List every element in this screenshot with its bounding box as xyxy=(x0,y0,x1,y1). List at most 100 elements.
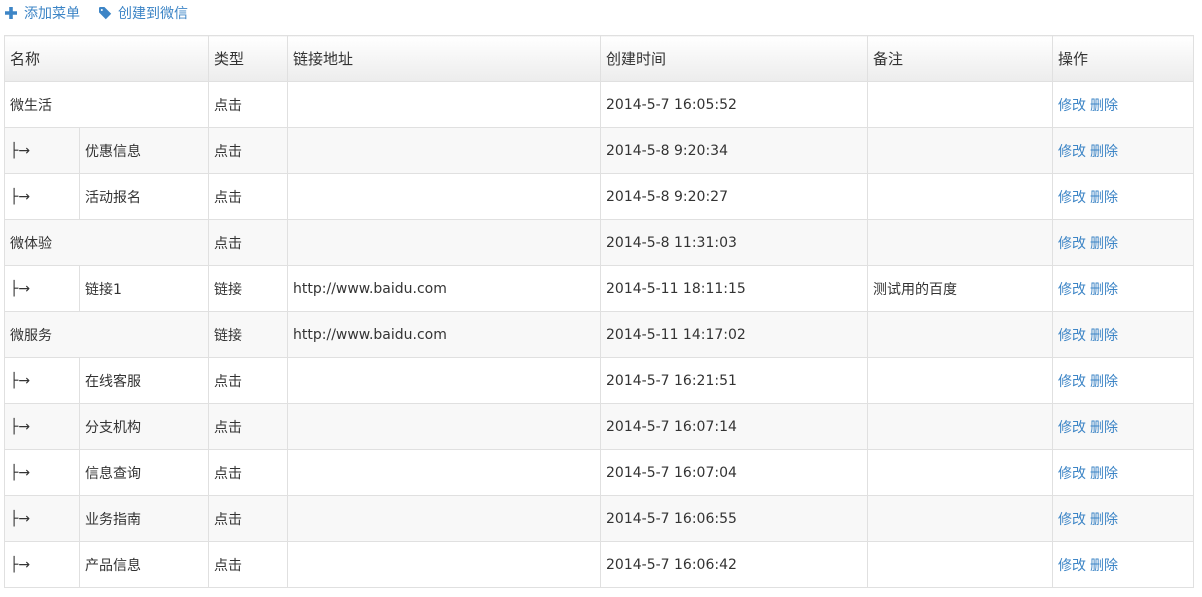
tree-prefix-cell: ├→ xyxy=(4,173,80,220)
delete-link[interactable]: 删除 xyxy=(1090,282,1118,298)
action-cell: 修改 删除 xyxy=(1052,127,1195,174)
url-cell xyxy=(287,541,602,588)
url-cell xyxy=(287,173,602,220)
action-cell: 修改 删除 xyxy=(1052,495,1195,542)
table-row: ├→ 在线客服 点击 2014-5-7 16:21:51 修改 删除 xyxy=(4,357,1195,404)
note-cell xyxy=(867,173,1054,220)
table-row: ├→ 信息查询 点击 2014-5-7 16:07:04 修改 删除 xyxy=(4,449,1195,496)
note-cell xyxy=(867,541,1054,588)
delete-link[interactable]: 删除 xyxy=(1090,144,1118,160)
action-cell: 修改 删除 xyxy=(1052,311,1195,358)
header-name: 名称 xyxy=(3,35,210,82)
created-cell: 2014-5-7 16:07:04 xyxy=(600,449,869,496)
submenu-name-cell: 活动报名 xyxy=(78,173,210,220)
note-cell xyxy=(867,219,1054,266)
table-row: ├→ 活动报名 点击 2014-5-8 9:20:27 修改 删除 xyxy=(4,173,1195,220)
url-cell xyxy=(287,81,602,128)
header-type: 类型 xyxy=(208,35,289,82)
header-created: 创建时间 xyxy=(600,35,869,82)
tree-prefix-cell: ├→ xyxy=(4,495,80,542)
edit-link[interactable]: 修改 xyxy=(1058,512,1086,528)
delete-link[interactable]: 删除 xyxy=(1090,512,1118,528)
delete-link[interactable]: 删除 xyxy=(1090,466,1118,482)
edit-link[interactable]: 修改 xyxy=(1058,190,1086,206)
delete-link[interactable]: 删除 xyxy=(1090,328,1118,344)
delete-link[interactable]: 删除 xyxy=(1090,190,1118,206)
edit-link[interactable]: 修改 xyxy=(1058,98,1086,114)
type-cell: 点击 xyxy=(208,495,289,542)
edit-link[interactable]: 修改 xyxy=(1058,282,1086,298)
note-cell xyxy=(867,311,1054,358)
submenu-name-cell: 信息查询 xyxy=(78,449,210,496)
type-cell: 链接 xyxy=(208,311,289,358)
submenu-name-cell: 业务指南 xyxy=(78,495,210,542)
delete-link[interactable]: 删除 xyxy=(1090,374,1118,390)
menu-table-body: 微生活 点击 2014-5-7 16:05:52 修改 删除 ├→ 优惠信息 点击 2014-5… xyxy=(3,81,1195,588)
header-action: 操作 xyxy=(1052,35,1195,82)
created-cell: 2014-5-7 16:21:51 xyxy=(600,357,869,404)
tree-prefix-cell: ├→ xyxy=(4,541,80,588)
url-cell xyxy=(287,403,602,450)
header-note: 备注 xyxy=(867,35,1054,82)
action-cell: 修改 删除 xyxy=(1052,173,1195,220)
action-cell: 修改 删除 xyxy=(1052,81,1195,128)
tree-prefix-cell: ├→ xyxy=(4,265,80,312)
type-cell: 点击 xyxy=(208,541,289,588)
header-url: 链接地址 xyxy=(287,35,602,82)
delete-link[interactable]: 删除 xyxy=(1090,98,1118,114)
table-row: ├→ 分支机构 点击 2014-5-7 16:07:14 修改 删除 xyxy=(4,403,1195,450)
add-menu-label: 添加菜单 xyxy=(24,6,80,22)
action-cell: 修改 删除 xyxy=(1052,449,1195,496)
tree-prefix-cell: ├→ xyxy=(4,127,80,174)
plus-icon xyxy=(4,6,18,20)
table-row: 微生活 点击 2014-5-7 16:05:52 修改 删除 xyxy=(3,81,1195,128)
add-menu-link[interactable]: 添加菜单 xyxy=(4,3,80,23)
edit-link[interactable]: 修改 xyxy=(1058,144,1086,160)
created-cell: 2014-5-11 18:11:15 xyxy=(600,265,869,312)
toolbar: 添加菜单 创建到微信 xyxy=(4,3,206,23)
url-cell xyxy=(287,127,602,174)
note-cell xyxy=(867,127,1054,174)
table-row: 微体验 点击 2014-5-8 11:31:03 修改 删除 xyxy=(3,219,1195,266)
url-cell xyxy=(287,357,602,404)
menu-name-cell: 微生活 xyxy=(3,81,210,128)
created-cell: 2014-5-8 9:20:27 xyxy=(600,173,869,220)
type-cell: 链接 xyxy=(208,265,289,312)
delete-link[interactable]: 删除 xyxy=(1090,236,1118,252)
type-cell: 点击 xyxy=(208,127,289,174)
note-cell xyxy=(867,403,1054,450)
created-cell: 2014-5-7 16:06:42 xyxy=(600,541,869,588)
delete-link[interactable]: 删除 xyxy=(1090,420,1118,436)
note-cell xyxy=(867,81,1054,128)
url-cell: http://www.baidu.com xyxy=(287,265,602,312)
edit-link[interactable]: 修改 xyxy=(1058,236,1086,252)
created-cell: 2014-5-7 16:06:55 xyxy=(600,495,869,542)
tree-prefix-cell: ├→ xyxy=(4,449,80,496)
delete-link[interactable]: 删除 xyxy=(1090,558,1118,574)
edit-link[interactable]: 修改 xyxy=(1058,466,1086,482)
type-cell: 点击 xyxy=(208,173,289,220)
type-cell: 点击 xyxy=(208,357,289,404)
note-cell: 测试用的百度 xyxy=(867,265,1054,312)
create-wechat-link[interactable]: 创建到微信 xyxy=(98,3,188,23)
menu-name-cell: 微体验 xyxy=(3,219,210,266)
submenu-name-cell: 产品信息 xyxy=(78,541,210,588)
edit-link[interactable]: 修改 xyxy=(1058,558,1086,574)
created-cell: 2014-5-8 11:31:03 xyxy=(600,219,869,266)
type-cell: 点击 xyxy=(208,403,289,450)
created-cell: 2014-5-7 16:05:52 xyxy=(600,81,869,128)
note-cell xyxy=(867,449,1054,496)
url-cell xyxy=(287,449,602,496)
table-row: ├→ 优惠信息 点击 2014-5-8 9:20:34 修改 删除 xyxy=(4,127,1195,174)
table-row: 微服务 链接 http://www.baidu.com 2014-5-11 14:17… xyxy=(3,311,1195,358)
edit-link[interactable]: 修改 xyxy=(1058,420,1086,436)
created-cell: 2014-5-11 14:17:02 xyxy=(600,311,869,358)
edit-link[interactable]: 修改 xyxy=(1058,374,1086,390)
url-cell xyxy=(287,495,602,542)
type-cell: 点击 xyxy=(208,81,289,128)
note-cell xyxy=(867,495,1054,542)
created-cell: 2014-5-8 9:20:34 xyxy=(600,127,869,174)
submenu-name-cell: 分支机构 xyxy=(78,403,210,450)
type-cell: 点击 xyxy=(208,219,289,266)
edit-link[interactable]: 修改 xyxy=(1058,328,1086,344)
